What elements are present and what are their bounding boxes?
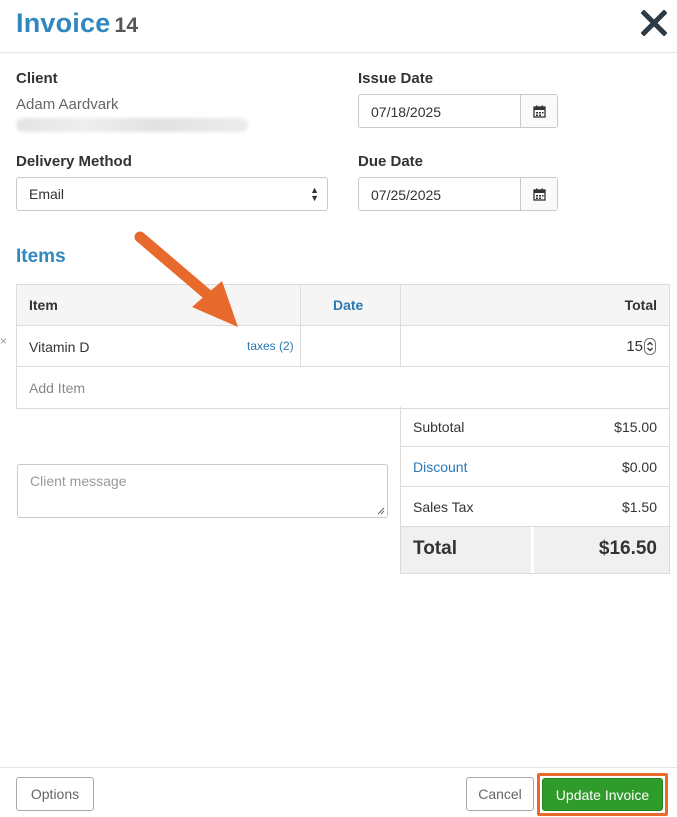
items-section-title: Items: [16, 246, 66, 267]
add-item-row[interactable]: Add Item: [17, 367, 669, 408]
update-invoice-button[interactable]: Update Invoice: [542, 778, 663, 811]
client-message-input[interactable]: Client message: [17, 464, 388, 518]
column-divider: [400, 285, 401, 325]
subtotal-row: Subtotal $15.00: [401, 407, 669, 447]
grand-total-value: $16.50: [598, 538, 657, 559]
calendar-icon: [532, 188, 546, 201]
column-divider: [400, 326, 401, 366]
taxes-link[interactable]: taxes (2): [247, 339, 294, 353]
sales-tax-value: $1.50: [621, 499, 657, 515]
subtotal-value: $15.00: [614, 419, 657, 435]
subtotal-label: Subtotal: [413, 419, 465, 435]
annotation-arrow-icon: [134, 231, 238, 327]
add-item-input[interactable]: Add Item: [29, 380, 85, 396]
resize-handle-icon[interactable]: [377, 507, 385, 515]
cancel-button[interactable]: Cancel: [466, 777, 534, 811]
due-date-picker-button[interactable]: [520, 178, 557, 210]
due-date-input[interactable]: 07/25/2025: [358, 177, 558, 211]
options-button[interactable]: Options: [16, 777, 94, 811]
client-name: Adam Aardvark: [16, 96, 119, 113]
discount-link[interactable]: Discount: [413, 459, 467, 475]
issue-date-input[interactable]: 07/18/2025: [358, 94, 558, 128]
remove-item-icon[interactable]: ×: [0, 334, 7, 348]
update-button-highlight: Update Invoice: [537, 773, 668, 816]
select-arrows-icon: ▲ ▼: [310, 185, 319, 203]
items-table: Item Date Total Vitamin D taxes (2) 15 A…: [16, 284, 670, 409]
column-header-date[interactable]: Date: [333, 297, 363, 313]
issue-date-value: 07/18/2025: [371, 104, 442, 120]
grand-total-label: Total: [413, 538, 457, 559]
quantity-stepper-icon[interactable]: [644, 338, 656, 355]
calendar-icon: [532, 105, 546, 118]
client-message-placeholder: Client message: [30, 473, 127, 489]
column-divider: [300, 326, 301, 366]
close-icon[interactable]: [641, 10, 667, 36]
discount-value: $0.00: [621, 459, 657, 475]
issue-date-picker-button[interactable]: [520, 95, 557, 127]
invoice-title: Invoice: [16, 8, 111, 38]
column-divider: [300, 285, 301, 325]
issue-date-label: Issue Date: [358, 70, 434, 87]
client-label: Client: [16, 70, 58, 87]
due-date-label: Due Date: [358, 153, 424, 170]
sales-tax-label: Sales Tax: [413, 499, 474, 515]
due-date-value: 07/25/2025: [371, 187, 442, 203]
delivery-method-select[interactable]: Email ▲ ▼: [16, 177, 328, 211]
column-header-total: Total: [624, 297, 657, 313]
sales-tax-row: Sales Tax $1.50: [401, 487, 669, 527]
totals-panel: Subtotal $15.00 Discount $0.00 Sales Tax…: [400, 407, 670, 574]
client-email-blurred: [16, 118, 248, 132]
delivery-method-value: Email: [29, 186, 65, 202]
item-quantity-input[interactable]: 15: [626, 338, 643, 355]
item-name[interactable]: Vitamin D: [29, 339, 89, 355]
grand-total-divider: [531, 527, 534, 573]
invoice-number: 14: [114, 14, 139, 37]
grand-total-row: Total $16.50: [401, 527, 669, 573]
column-header-item: Item: [29, 297, 58, 313]
items-table-header: Item Date Total: [17, 285, 669, 326]
discount-row: Discount $0.00: [401, 447, 669, 487]
delivery-method-label: Delivery Method: [16, 153, 132, 170]
modal-header: Invoice 14: [0, 0, 677, 53]
table-row: Vitamin D taxes (2) 15: [17, 326, 669, 367]
page-title: Invoice 14: [16, 8, 138, 39]
